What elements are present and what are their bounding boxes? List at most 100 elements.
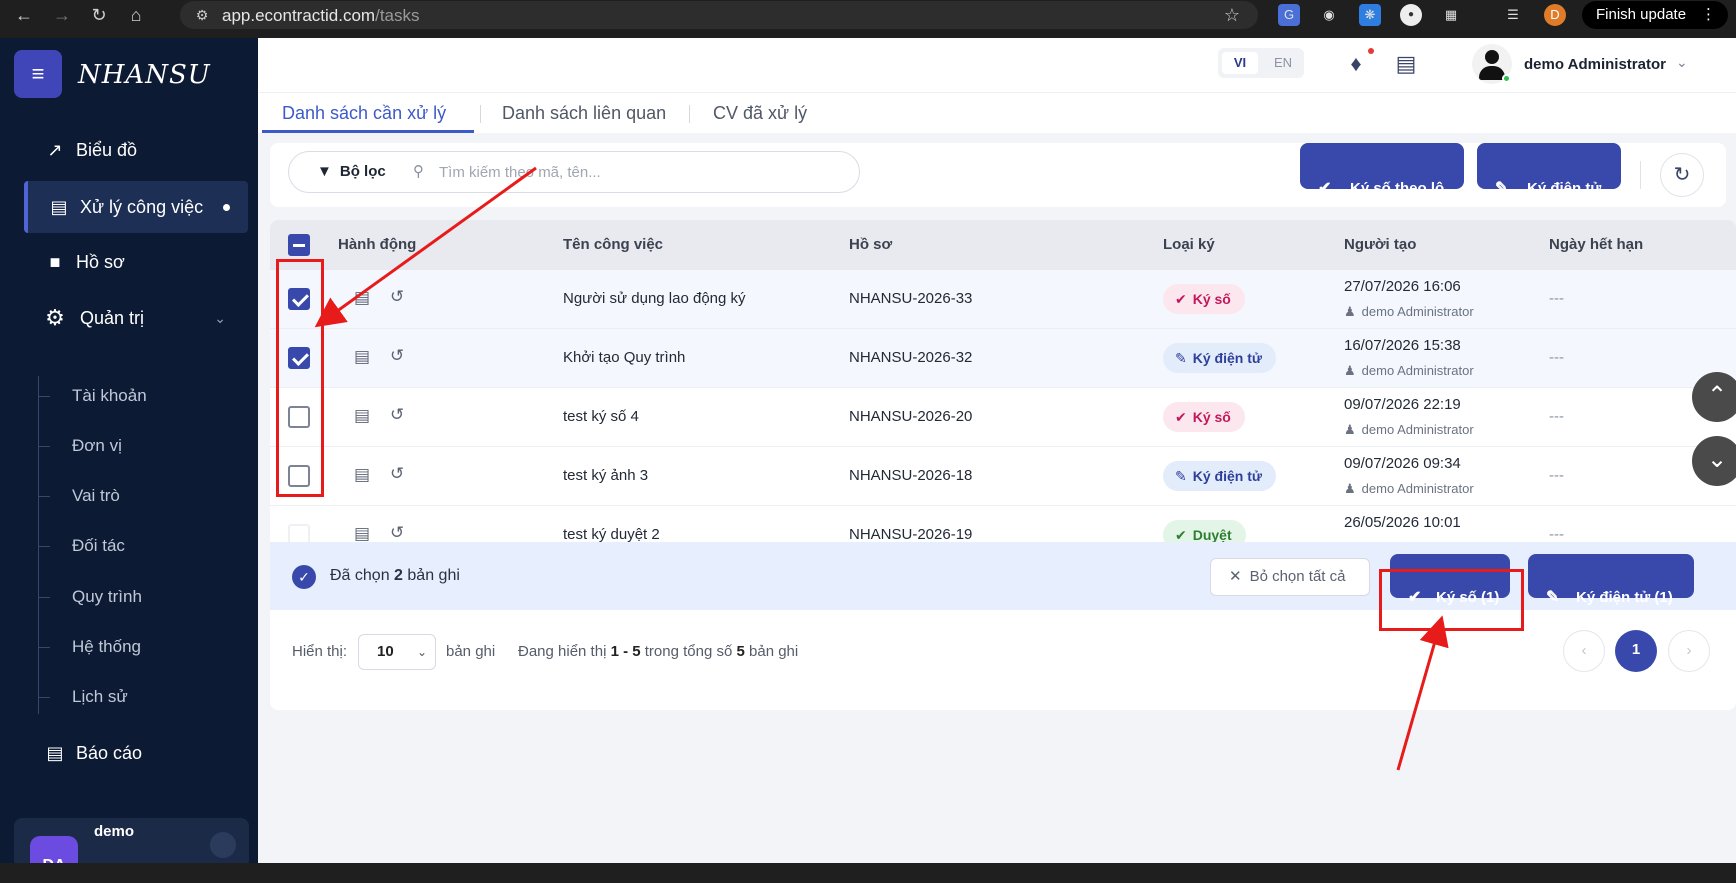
pen-sign-icon: ✎ bbox=[1495, 180, 1509, 197]
tab-processed[interactable]: CV đã xử lý bbox=[713, 93, 807, 133]
reading-list-icon[interactable]: ☰ bbox=[1502, 4, 1524, 26]
history-icon[interactable]: ↺ bbox=[390, 464, 404, 484]
creator-name: ♟demo Administrator bbox=[1344, 481, 1474, 496]
next-page-button[interactable]: › bbox=[1668, 630, 1710, 672]
translate-extension-icon[interactable]: G bbox=[1278, 4, 1300, 26]
task-name[interactable]: test ký duyệt 2 bbox=[563, 526, 660, 543]
sidebar-subitem-units[interactable]: Đơn vị bbox=[38, 426, 242, 466]
page-size-select[interactable]: 10 ⌄ bbox=[358, 634, 436, 670]
col-actions: Hành động bbox=[338, 236, 417, 253]
esign-selected-button[interactable]: ✎ Ký điện tử (1) bbox=[1528, 554, 1694, 606]
tab-bar: Danh sách cần xử lý Danh sách liên quan … bbox=[258, 93, 1736, 133]
search-input[interactable] bbox=[439, 162, 839, 182]
lang-vi-button[interactable]: VI bbox=[1222, 52, 1258, 74]
sidebar-subitem-history[interactable]: Lịch sử bbox=[38, 677, 242, 717]
kebab-menu-icon[interactable]: ⋮ bbox=[1701, 1, 1716, 29]
reload-icon[interactable]: ↻ bbox=[87, 3, 111, 27]
user-name[interactable]: demo Administrator bbox=[1524, 56, 1666, 73]
clipboard-icon[interactable]: ▤ bbox=[354, 406, 370, 426]
sidebar-profile[interactable]: DA demo bbox=[14, 818, 249, 863]
back-icon[interactable]: ← bbox=[12, 3, 36, 27]
refresh-icon[interactable]: ↻ bbox=[1660, 153, 1704, 197]
lang-en-button[interactable]: EN bbox=[1266, 52, 1300, 74]
file-code: NHANSU-2026-33 bbox=[849, 290, 973, 307]
history-icon[interactable]: ↺ bbox=[390, 523, 404, 543]
table-row[interactable]: ▤ ↺ test ký số 4 NHANSU-2026-20 ✔ Ký số 09/07/… bbox=[270, 388, 1736, 447]
table-row[interactable]: ▤ ↺ test ký ảnh 3 NHANSU-2026-18 ✎ Ký điện tử… bbox=[270, 447, 1736, 506]
table-row[interactable]: ▤ ↺ Khởi tạo Quy trình NHANSU-2026-32 ✎ Ký đi… bbox=[270, 329, 1736, 388]
sidebar-subitem-accounts[interactable]: Tài khoản bbox=[38, 376, 242, 416]
sidebar-subitem-system[interactable]: Hệ thống bbox=[38, 627, 242, 667]
address-bar[interactable]: ⚙ app.econtractid.com/tasks ☆ bbox=[180, 1, 1258, 29]
filter-icon: ▼ bbox=[317, 163, 332, 180]
gear-extension-icon[interactable]: ❋ bbox=[1359, 4, 1381, 26]
col-task-name: Tên công việc bbox=[563, 236, 664, 253]
batch-sign-button[interactable]: ✔ Ký số theo lô bbox=[1300, 143, 1464, 197]
history-icon[interactable]: ↺ bbox=[390, 405, 404, 425]
clipboard-icon[interactable]: ▤ bbox=[354, 524, 370, 544]
profile-settings-icon[interactable] bbox=[210, 832, 236, 858]
filter-button[interactable]: ▼ Bộ lọc bbox=[317, 163, 386, 180]
tab-pending[interactable]: Danh sách cần xử lý bbox=[262, 93, 474, 133]
page-size-label: Hiển thị: bbox=[292, 643, 348, 660]
profile-avatar[interactable]: D bbox=[1544, 4, 1566, 26]
avatar: DA bbox=[30, 836, 78, 863]
creator-name: ♟demo Administrator bbox=[1344, 422, 1474, 437]
task-icon: ▤ bbox=[50, 197, 68, 217]
clear-selection-button[interactable]: ✕ Bỏ chọn tất cả bbox=[1210, 558, 1370, 596]
table-row[interactable]: ▤ ↺ Người sử dụng lao động ký NHANSU-2026-3… bbox=[270, 270, 1736, 329]
task-name[interactable]: Khởi tạo Quy trình bbox=[563, 349, 685, 366]
online-status-dot bbox=[1502, 74, 1511, 83]
sidebar-item-report[interactable]: ▤ Báo cáo bbox=[24, 727, 248, 779]
chevron-down-icon[interactable]: ⌄ bbox=[1676, 54, 1688, 71]
scroll-down-button[interactable]: ⌄ bbox=[1692, 436, 1736, 486]
scroll-up-button[interactable]: ⌃ bbox=[1692, 372, 1736, 422]
tab-divider bbox=[480, 105, 481, 123]
extension-icon[interactable]: ● bbox=[1400, 4, 1422, 26]
sidebar-item-documents[interactable]: ■ Hồ sơ bbox=[24, 236, 248, 288]
notification-dot bbox=[1368, 48, 1374, 54]
profile-name: demo bbox=[94, 823, 135, 840]
user-icon: ♟ bbox=[1344, 481, 1356, 496]
clipboard-icon[interactable]: ▤ bbox=[354, 465, 370, 485]
user-avatar[interactable] bbox=[1472, 44, 1512, 84]
folder-icon: ■ bbox=[49, 252, 61, 272]
finish-update-button[interactable]: Finish update ⋮ bbox=[1582, 1, 1728, 29]
user-icon: ♟ bbox=[1344, 304, 1356, 319]
tab-related[interactable]: Danh sách liên quan bbox=[502, 93, 666, 133]
sidebar-subitem-workflows[interactable]: Quy trình bbox=[38, 577, 242, 617]
clipboard-icon[interactable]: ▤ bbox=[354, 347, 370, 367]
creator-name: ♟demo Administrator bbox=[1344, 363, 1474, 378]
camera-extension-icon[interactable]: ◉ bbox=[1318, 4, 1340, 26]
history-icon[interactable]: ↺ bbox=[390, 287, 404, 307]
sidebar-subitem-partners[interactable]: Đối tác bbox=[38, 526, 242, 566]
page-1-button[interactable]: 1 bbox=[1615, 630, 1657, 672]
col-sign-type: Loại ký bbox=[1163, 236, 1215, 253]
expire-date: --- bbox=[1549, 408, 1564, 425]
prev-page-button[interactable]: ‹ bbox=[1563, 630, 1605, 672]
sidebar-subitem-roles[interactable]: Vai trò bbox=[38, 476, 242, 516]
bookmark-star-icon[interactable]: ☆ bbox=[1220, 3, 1244, 27]
sidebar-item-tasks[interactable]: ▤ Xử lý công việc bbox=[24, 181, 248, 233]
chevron-down-icon: ⌄ bbox=[416, 645, 427, 659]
sidebar-item-admin[interactable]: ⚙ Quản trị ⌄ bbox=[24, 292, 248, 344]
select-all-checkbox[interactable] bbox=[288, 234, 310, 256]
home-icon[interactable]: ⌂ bbox=[124, 3, 148, 27]
clipboard-icon[interactable]: ▤ bbox=[354, 288, 370, 308]
app-window: ≡ NHANSU ↗ Biểu đồ ▤ Xử lý công việc ■ H… bbox=[0, 38, 1736, 863]
briefcase-clock-icon[interactable]: ▤ bbox=[1392, 50, 1420, 78]
file-code: NHANSU-2026-19 bbox=[849, 526, 973, 543]
site-settings-icon[interactable]: ⚙ bbox=[190, 3, 214, 27]
history-icon[interactable]: ↺ bbox=[390, 346, 404, 366]
esign-button[interactable]: ✎ Ký điện tử bbox=[1477, 143, 1621, 197]
puzzle-extension-icon[interactable]: ▦ bbox=[1440, 4, 1462, 26]
forward-icon[interactable]: → bbox=[50, 3, 74, 27]
task-name[interactable]: test ký ảnh 3 bbox=[563, 467, 648, 484]
brand-logo: NHANSU bbox=[78, 60, 211, 90]
bell-icon[interactable]: ♦ bbox=[1342, 50, 1370, 78]
sidebar-item-chart[interactable]: ↗ Biểu đồ bbox=[24, 124, 248, 176]
task-name[interactable]: Người sử dụng lao động ký bbox=[563, 290, 746, 307]
menu-toggle-icon[interactable]: ≡ bbox=[14, 50, 62, 98]
task-name[interactable]: test ký số 4 bbox=[563, 408, 639, 425]
submenu-line bbox=[38, 376, 39, 714]
